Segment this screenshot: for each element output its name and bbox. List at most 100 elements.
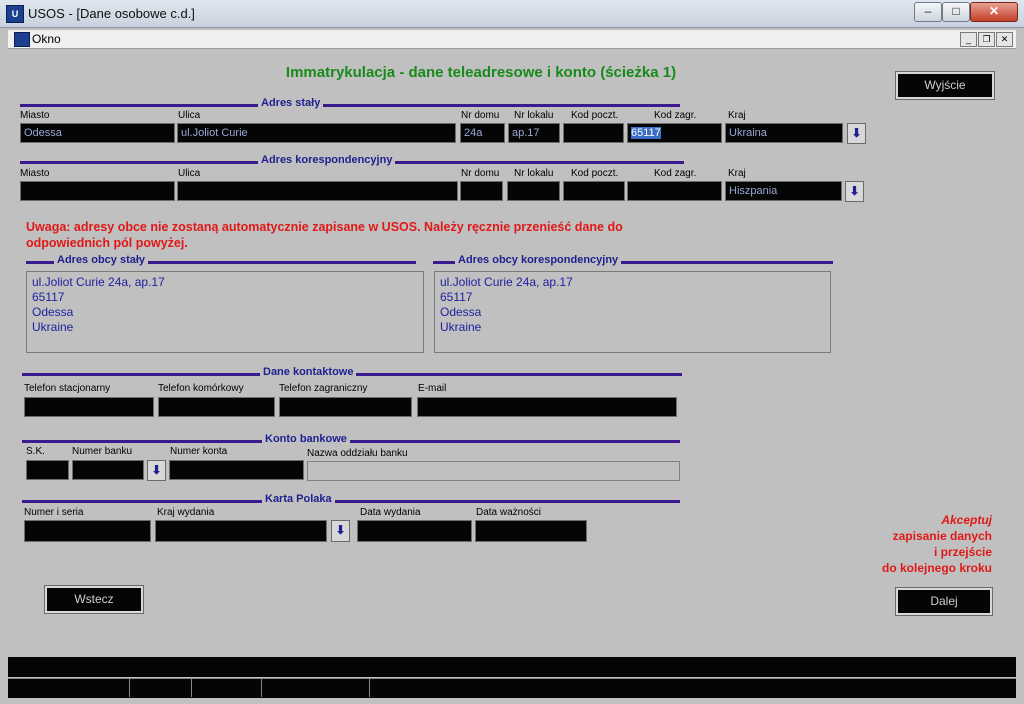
sk-field[interactable] xyxy=(26,460,69,480)
label-miasto: Miasto xyxy=(20,110,50,121)
section-title: Adres obcy korespondencyjny xyxy=(455,254,622,266)
status-cell xyxy=(8,679,130,697)
label-numer-konta: Numer konta xyxy=(170,446,228,457)
next-button[interactable]: Dalej xyxy=(895,587,993,616)
maximize-icon[interactable]: □ xyxy=(942,2,970,22)
data-waznosci-field[interactable] xyxy=(475,520,587,542)
kraj-wydania-dropdown-icon[interactable]: ⬇ xyxy=(331,520,350,542)
label-numer-seria: Numer i seria xyxy=(24,507,84,518)
section-konto-bankowe: Konto bankowe xyxy=(22,433,680,445)
exit-button[interactable]: Wyjście xyxy=(895,71,995,100)
nazwa-oddzialu-field xyxy=(307,461,680,481)
label-nr-lokalu: Nr lokalu xyxy=(514,110,554,121)
koresp-kod-poczt-field[interactable] xyxy=(563,181,625,201)
window-titlebar: U USOS - [Dane osobowe c.d.] – □ ✕ xyxy=(0,0,1024,28)
tel-zagr-field[interactable] xyxy=(279,397,412,417)
accept-text: Akceptuj zapisanie danych i przejście do… xyxy=(800,512,992,576)
kraj-dropdown-icon[interactable]: ⬇ xyxy=(847,123,866,144)
page-title: Immatrykulacja - dane teleadresowe i kon… xyxy=(285,64,677,81)
kod-poczt-field[interactable] xyxy=(563,123,624,143)
label-ulica: Ulica xyxy=(178,110,201,121)
numer-seria-field[interactable] xyxy=(24,520,151,542)
nr-lokalu-field[interactable]: ap.17 xyxy=(508,123,560,143)
menu-okno[interactable]: Okno xyxy=(32,32,61,46)
label-tel-kom: Telefon komórkowy xyxy=(158,383,244,394)
address-line: Ukraine xyxy=(32,320,74,334)
ulica-field[interactable]: ul.Joliot Curie xyxy=(177,123,456,143)
section-title: Adres korespondencyjny xyxy=(258,154,396,166)
numer-banku-dropdown-icon[interactable]: ⬇ xyxy=(147,460,166,481)
kod-zagr-field[interactable]: 65117 xyxy=(627,123,722,143)
minimize-icon[interactable]: – xyxy=(914,2,942,22)
label-tel-zagr: Telefon zagraniczny xyxy=(279,383,368,394)
status-cell xyxy=(192,679,262,697)
section-title: Adres obcy stały xyxy=(54,254,149,266)
label-tel-stac: Telefon stacjonarny xyxy=(24,383,111,394)
label-kod-zagr: Kod zagr. xyxy=(654,168,697,179)
back-button[interactable]: Wstecz xyxy=(44,585,144,614)
tel-stac-field[interactable] xyxy=(24,397,154,417)
nr-domu-field[interactable]: 24a xyxy=(460,123,505,143)
mdi-minimize-icon[interactable]: _ xyxy=(960,32,977,47)
koresp-ulica-field[interactable] xyxy=(177,181,458,201)
address-line: ul.Joliot Curie 24a, ap.17 xyxy=(440,275,573,289)
label-data-wydania: Data wydania xyxy=(360,507,421,518)
label-kraj-wydania: Kraj wydania xyxy=(157,507,215,518)
koresp-nr-lokalu-field[interactable] xyxy=(507,181,560,201)
koresp-kod-zagr-field[interactable] xyxy=(627,181,722,201)
label-nr-lokalu: Nr lokalu xyxy=(514,168,554,179)
koresp-kraj-dropdown-icon[interactable]: ⬇ xyxy=(845,181,864,202)
label-data-waznosci: Data ważności xyxy=(476,507,542,518)
address-line: Odessa xyxy=(440,305,482,319)
menu-bar: Okno _ ❐ ✕ xyxy=(8,30,1016,49)
section-adres-obcy-staly: Adres obcy stały xyxy=(26,254,416,266)
section-adres-staly: Adres stały xyxy=(20,97,680,109)
warning-text: Uwaga: adresy obce nie zostaną automatyc… xyxy=(26,220,623,250)
label-kod-poczt: Kod poczt. xyxy=(571,168,619,179)
label-sk: S.K. xyxy=(26,446,45,457)
label-nr-domu: Nr domu xyxy=(461,110,500,121)
accept-line: zapisanie danych xyxy=(892,529,992,543)
mdi-restore-icon[interactable]: ❐ xyxy=(978,32,995,47)
accept-line: i przejście xyxy=(933,545,992,559)
numer-banku-field[interactable] xyxy=(72,460,144,480)
kraj-field[interactable]: Ukraina xyxy=(725,123,843,143)
section-adres-koresp: Adres korespondencyjny xyxy=(20,154,684,166)
kraj-wydania-field[interactable] xyxy=(155,520,327,542)
tel-kom-field[interactable] xyxy=(158,397,275,417)
address-line: 65117 xyxy=(440,290,473,304)
adres-obcy-koresp-box: ul.Joliot Curie 24a, ap.17 65117 Odessa … xyxy=(434,271,831,353)
address-line: Ukraine xyxy=(440,320,482,334)
koresp-miasto-field[interactable] xyxy=(20,181,175,201)
accept-line: Akceptuj xyxy=(941,513,992,527)
section-title: Konto bankowe xyxy=(262,433,350,445)
section-title: Dane kontaktowe xyxy=(260,366,357,378)
adres-obcy-staly-box: ul.Joliot Curie 24a, ap.17 65117 Odessa … xyxy=(26,271,424,353)
section-title: Adres stały xyxy=(258,97,324,109)
label-ulica: Ulica xyxy=(178,168,201,179)
koresp-kraj-field[interactable]: Hiszpania xyxy=(725,181,842,201)
status-cell xyxy=(130,679,192,697)
data-wydania-field[interactable] xyxy=(357,520,472,542)
label-kod-poczt: Kod poczt. xyxy=(571,110,619,121)
accept-line: do kolejnego kroku xyxy=(881,561,992,575)
miasto-field[interactable]: Odessa xyxy=(20,123,175,143)
address-line: Odessa xyxy=(32,305,74,319)
label-kraj: Kraj xyxy=(728,110,746,121)
address-line: 65117 xyxy=(32,290,65,304)
section-dane-kontaktowe: Dane kontaktowe xyxy=(22,366,682,378)
document-icon xyxy=(14,32,30,47)
email-field[interactable] xyxy=(417,397,677,417)
status-cell xyxy=(262,679,370,697)
mdi-close-icon[interactable]: ✕ xyxy=(996,32,1013,47)
label-email: E-mail xyxy=(418,383,447,394)
close-icon[interactable]: ✕ xyxy=(970,2,1018,22)
label-nazwa-oddzialu: Nazwa oddziału banku xyxy=(307,448,408,459)
koresp-nr-domu-field[interactable] xyxy=(460,181,503,201)
numer-konta-field[interactable] xyxy=(169,460,304,480)
section-karta-polaka: Karta Polaka xyxy=(22,493,680,505)
section-adres-obcy-koresp: Adres obcy korespondencyjny xyxy=(433,254,833,266)
label-numer-banku: Numer banku xyxy=(72,446,133,457)
kod-zagr-value: 65117 xyxy=(631,127,661,139)
window-title: USOS - [Dane osobowe c.d.] xyxy=(28,6,195,21)
